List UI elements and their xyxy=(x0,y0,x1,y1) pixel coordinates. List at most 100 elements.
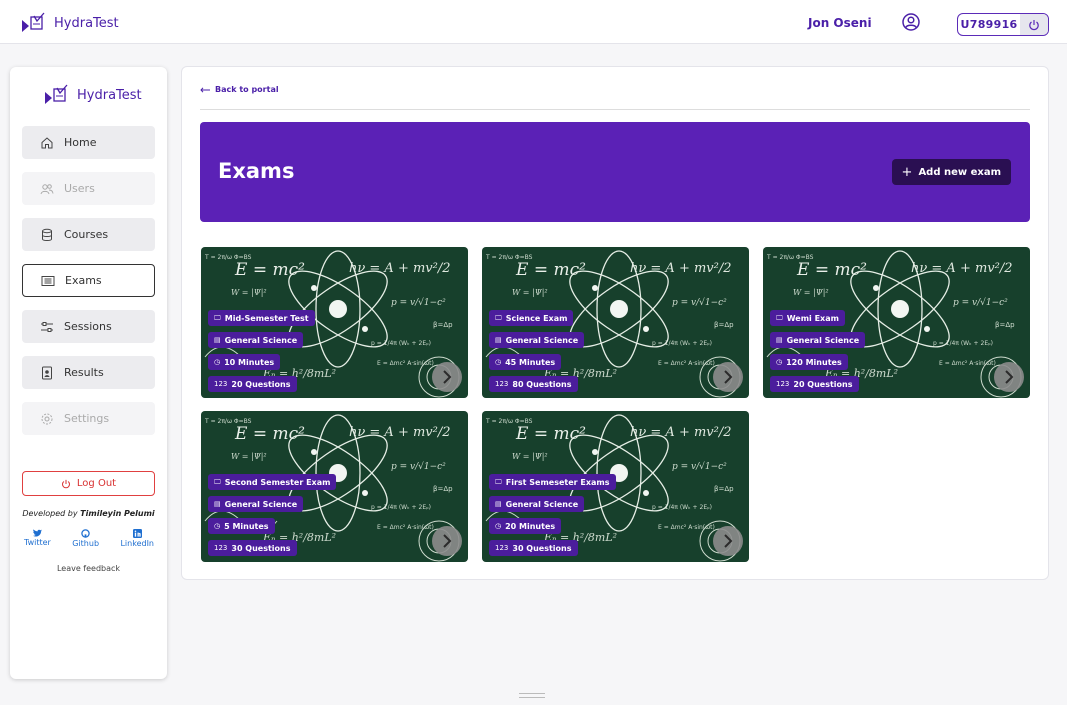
hydra-logo-icon xyxy=(45,84,68,104)
exam-name-tag: 🖵 Second Semester Exam xyxy=(208,474,337,490)
sidebar-item-label: Settings xyxy=(64,412,110,425)
exam-name: Science Exam xyxy=(505,313,568,323)
github-link[interactable]: Github xyxy=(72,529,99,548)
add-new-exam-button[interactable]: + Add new exam xyxy=(891,159,1011,185)
github-icon xyxy=(81,529,90,538)
logout-button[interactable]: Log Out xyxy=(22,471,155,496)
resize-handle[interactable] xyxy=(519,693,545,698)
open-exam-button[interactable] xyxy=(713,526,743,556)
twitter-icon xyxy=(32,529,42,537)
svg-text:E = mc²: E = mc² xyxy=(234,260,305,280)
exam-card[interactable]: E = mc² hν = A + mv²/2 T = 2π/ω Φ=BS W =… xyxy=(482,411,749,562)
svg-text:hν = A + mv²/2: hν = A + mv²/2 xyxy=(349,261,451,276)
user-name[interactable]: Jon Oseni xyxy=(808,16,872,30)
svg-text:p = v/√1−c²: p = v/√1−c² xyxy=(953,297,1008,308)
sidebar-item-courses[interactable]: Courses xyxy=(22,218,155,251)
social-label: Github xyxy=(72,539,100,548)
document-icon xyxy=(42,366,52,379)
svg-text:p = v/√1−c²: p = v/√1−c² xyxy=(672,297,727,308)
course-name: General Science xyxy=(786,335,860,345)
exam-name-tag: 🖵 Mid-Semester Test xyxy=(208,310,315,326)
numbers-icon: 123 xyxy=(495,380,509,388)
svg-text:E = mc²: E = mc² xyxy=(796,260,867,280)
sidebar-item-home[interactable]: Home xyxy=(22,126,155,159)
sidebar-logo[interactable]: HydraTest xyxy=(43,84,142,106)
duration: 20 Minutes xyxy=(505,521,556,531)
chevron-right-icon xyxy=(724,370,733,384)
app-logo[interactable]: HydraTest xyxy=(20,12,119,34)
open-exam-button[interactable] xyxy=(432,526,462,556)
divider xyxy=(200,109,1030,110)
back-to-portal-link[interactable]: Back to portal xyxy=(200,85,279,94)
svg-text:T = 2π/ω Φ=BS: T = 2π/ω Φ=BS xyxy=(766,254,814,261)
laptop-icon: 🖵 xyxy=(214,477,221,486)
svg-text:W = |Ψ|²: W = |Ψ|² xyxy=(512,288,548,297)
duration: 45 Minutes xyxy=(505,357,556,367)
svg-text:E = Δmc² A·sin(ωt): E = Δmc² A·sin(ωt) xyxy=(377,524,434,531)
exam-name: Wemi Exam xyxy=(786,313,839,323)
numbers-icon: 123 xyxy=(214,544,228,552)
page-title: Exams xyxy=(218,159,295,183)
book-icon: ▤ xyxy=(214,336,221,344)
clock-icon: ◷ xyxy=(495,522,502,530)
plus-icon: + xyxy=(901,164,913,180)
svg-text:E = Δmc² A·sin(ωt): E = Δmc² A·sin(ωt) xyxy=(377,360,434,367)
exam-card[interactable]: E = mc² hν = A + mv²/2 T = 2π/ω Φ=BS W =… xyxy=(201,411,468,562)
sidebar-item-results[interactable]: Results xyxy=(22,356,155,389)
question-count: 20 Questions xyxy=(793,379,853,389)
sidebar-item-exams[interactable]: Exams xyxy=(22,264,155,297)
chevron-right-icon xyxy=(443,534,452,548)
course-tag: ▤ General Science xyxy=(208,332,304,348)
svg-text:β=Δp: β=Δp xyxy=(714,321,734,329)
course-name: General Science xyxy=(505,499,579,509)
svg-text:β=Δp: β=Δp xyxy=(714,485,734,493)
twitter-link[interactable]: Twitter xyxy=(24,529,51,548)
user-circle-icon[interactable] xyxy=(902,13,920,31)
course-name: General Science xyxy=(224,499,298,509)
user-id-pill: U789916 xyxy=(957,13,1049,36)
open-exam-button[interactable] xyxy=(994,362,1024,392)
exam-tags: 🖵 Second Semester Exam ▤ General Science… xyxy=(208,474,337,556)
clock-icon: ◷ xyxy=(776,358,783,366)
sidebar-item-users[interactable]: Users xyxy=(22,172,155,205)
developer-credit: Developed by Timileyin Pelumi xyxy=(10,509,167,518)
book-icon: ▤ xyxy=(495,336,502,344)
exam-card[interactable]: E = mc² hν = A + mv²/2 T = 2π/ω Φ=BS W =… xyxy=(763,247,1030,398)
svg-text:hν = A + mv²/2: hν = A + mv²/2 xyxy=(630,261,732,276)
exam-name-tag: 🖵 First Semeseter Exams xyxy=(489,474,616,490)
svg-text:E = mc²: E = mc² xyxy=(234,424,305,444)
top-bar: HydraTest Jon Oseni U789916 xyxy=(0,0,1067,44)
sliders-icon xyxy=(41,321,53,332)
svg-text:E = Δmc² A·sin(ωt): E = Δmc² A·sin(ωt) xyxy=(939,360,996,367)
book-icon: ▤ xyxy=(495,500,502,508)
duration-tag: ◷ 45 Minutes xyxy=(489,354,562,370)
leave-feedback-link[interactable]: Leave feedback xyxy=(10,564,167,573)
course-tag: ▤ General Science xyxy=(208,496,304,512)
sidebar-brand: HydraTest xyxy=(77,87,142,103)
social-label: LinkedIn xyxy=(120,539,154,548)
linkedin-icon xyxy=(132,529,142,538)
power-button[interactable] xyxy=(1020,14,1048,35)
svg-text:T = 2π/ω Φ=BS: T = 2π/ω Φ=BS xyxy=(485,254,533,261)
questions-tag: 123 20 Questions xyxy=(770,376,859,392)
svg-text:W = |Ψ|²: W = |Ψ|² xyxy=(793,288,829,297)
open-exam-button[interactable] xyxy=(713,362,743,392)
course-name: General Science xyxy=(224,335,298,345)
sidebar-item-sessions[interactable]: Sessions xyxy=(22,310,155,343)
exam-card[interactable]: E = mc² hν = A + mv²/2 T = 2π/ω Φ=BS W =… xyxy=(201,247,468,398)
social-links: Twitter Github LinkedIn xyxy=(24,529,154,548)
open-exam-button[interactable] xyxy=(432,362,462,392)
clock-icon: ◷ xyxy=(495,358,502,366)
sidebar-item-label: Courses xyxy=(64,228,109,241)
exam-card[interactable]: E = mc² hν = A + mv²/2 T = 2π/ω Φ=BS W =… xyxy=(482,247,749,398)
logout-label: Log Out xyxy=(76,478,117,489)
questions-tag: 123 80 Questions xyxy=(489,376,578,392)
user-id: U789916 xyxy=(960,18,1018,31)
sidebar-item-settings[interactable]: Settings xyxy=(22,402,155,435)
question-count: 80 Questions xyxy=(512,379,572,389)
linkedin-link[interactable]: LinkedIn xyxy=(120,529,154,548)
svg-text:E = Δmc² A·sin(ωt): E = Δmc² A·sin(ωt) xyxy=(658,360,715,367)
exam-name: Mid-Semester Test xyxy=(224,313,309,323)
laptop-icon: 🖵 xyxy=(214,313,221,322)
exam-name: Second Semester Exam xyxy=(224,477,331,487)
